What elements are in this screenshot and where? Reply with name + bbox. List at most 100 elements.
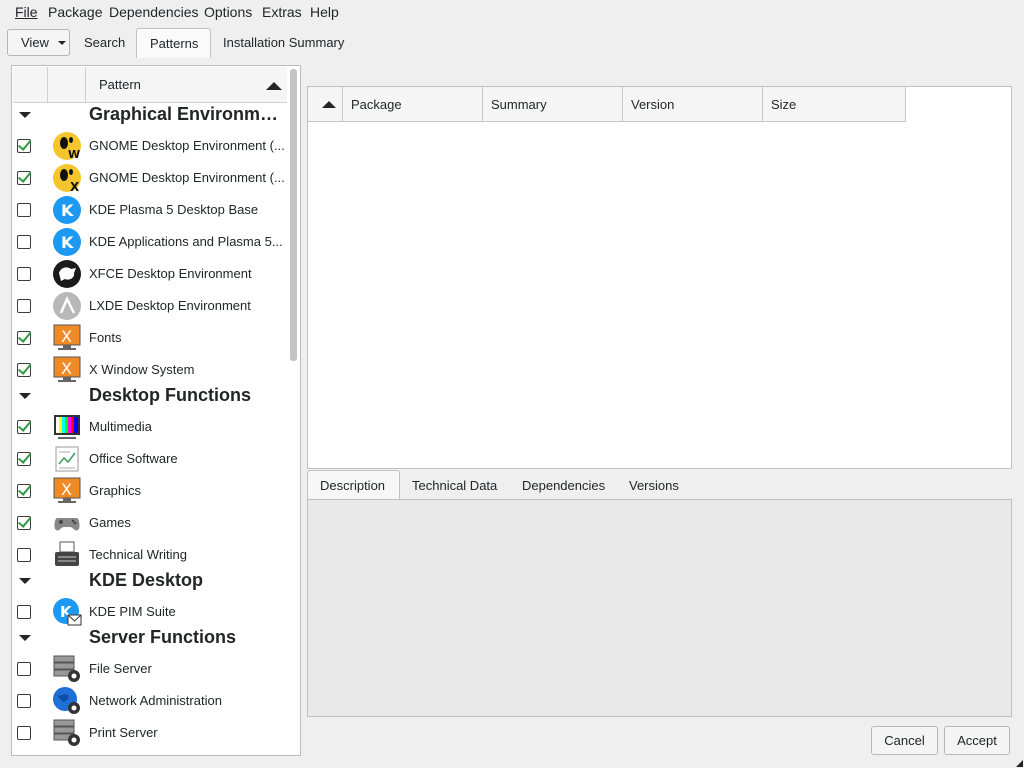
menu-help[interactable]: Help (310, 4, 339, 20)
tab-installation-summary[interactable]: Installation Summary (223, 35, 344, 50)
pattern-label: Print Server (89, 725, 158, 740)
pattern-checkbox[interactable] (17, 363, 31, 377)
menu-dependencies[interactable]: Dependencies (109, 4, 199, 20)
pattern-row[interactable]: Office Software (12, 442, 286, 474)
pattern-checkbox[interactable] (17, 299, 31, 313)
summary-column-header[interactable]: Summary (483, 87, 623, 122)
pattern-row[interactable]: X GNOME Desktop Environment (... (12, 161, 286, 194)
view-dropdown-button[interactable]: View (7, 29, 70, 56)
pattern-label: XFCE Desktop Environment (89, 266, 252, 281)
pattern-label: Office Software (89, 451, 178, 466)
menu-file[interactable]: File (15, 4, 38, 20)
globe-gear-icon (52, 686, 82, 716)
expand-arrow-icon[interactable] (19, 112, 31, 118)
pattern-checkbox[interactable] (17, 516, 31, 530)
pattern-checkbox[interactable] (17, 420, 31, 434)
pattern-checkbox[interactable] (17, 662, 31, 676)
kde-icon: K (52, 227, 82, 257)
patterns-list[interactable]: Pattern Graphical Environme... W GNOME Des… (11, 65, 301, 756)
pattern-row[interactable]: File Server (12, 652, 286, 684)
pattern-checkbox[interactable] (17, 452, 31, 466)
gnome-x11-icon: X (52, 163, 82, 194)
pattern-checkbox[interactable] (17, 267, 31, 281)
pattern-row[interactable]: X X Window System (12, 353, 286, 385)
pattern-label: Multimedia (89, 419, 152, 434)
office-icon (52, 444, 82, 474)
pattern-checkbox[interactable] (17, 726, 31, 740)
package-column-label: Package (351, 97, 402, 112)
pattern-row[interactable]: K KDE PIM Suite (12, 595, 286, 627)
accept-button[interactable]: Accept (944, 726, 1010, 755)
menu-extras[interactable]: Extras (262, 4, 302, 20)
icon-column-header[interactable] (48, 67, 86, 102)
pattern-row[interactable]: W GNOME Desktop Environment (... (12, 129, 286, 161)
svg-text:X: X (61, 480, 72, 499)
pattern-row[interactable]: K KDE Plasma 5 Desktop Base (12, 193, 286, 225)
pattern-checkbox[interactable] (17, 235, 31, 249)
pattern-row[interactable]: Technical Writing (12, 538, 286, 570)
dropdown-arrow-icon (58, 41, 66, 45)
menu-extras-label: Extras (262, 4, 302, 20)
checkbox-column-header[interactable] (13, 67, 48, 102)
expand-arrow-icon[interactable] (19, 393, 31, 399)
accept-button-label: Accept (957, 733, 997, 748)
pattern-label: X Window System (89, 362, 195, 377)
cancel-button-label: Cancel (884, 733, 925, 748)
x-window-icon: X (52, 323, 82, 353)
tab-dependencies[interactable]: Dependencies (522, 478, 605, 493)
size-column-label: Size (771, 97, 797, 112)
tab-technical-data[interactable]: Technical Data (412, 478, 497, 493)
package-column-header[interactable]: Package (343, 87, 483, 122)
tab-patterns[interactable]: Patterns (136, 28, 211, 58)
pattern-column-header[interactable]: Pattern (99, 77, 141, 92)
status-column-header[interactable] (308, 87, 343, 122)
gnome-wayland-icon: W (52, 131, 82, 161)
pattern-group-title: Desktop Functions (89, 385, 252, 405)
pattern-checkbox[interactable] (17, 484, 31, 498)
pattern-checkbox[interactable] (17, 139, 31, 153)
pattern-row[interactable]: Network Administration (12, 684, 286, 716)
pattern-row[interactable]: XFCE Desktop Environment (12, 257, 286, 289)
pattern-checkbox[interactable] (17, 605, 31, 619)
version-column-label: Version (631, 97, 675, 112)
pattern-checkbox[interactable] (17, 171, 31, 185)
package-table[interactable]: Package Summary Version Size (307, 86, 1012, 469)
server-gear-icon (52, 654, 82, 684)
pattern-row[interactable]: Multimedia (12, 410, 286, 442)
view-label: View (21, 35, 49, 50)
pattern-label: Technical Writing (89, 547, 188, 562)
server-gear-icon (52, 718, 82, 748)
expand-arrow-icon[interactable] (19, 578, 31, 584)
patterns-scrollbar[interactable] (290, 69, 297, 361)
menu-options[interactable]: Options (204, 4, 252, 20)
tab-description[interactable]: Description (307, 470, 400, 500)
svg-text:X: X (61, 327, 72, 346)
expand-arrow-icon[interactable] (19, 635, 31, 641)
kde-pim-icon: K (52, 597, 82, 627)
size-column-header[interactable]: Size (763, 87, 905, 122)
cancel-button[interactable]: Cancel (871, 726, 938, 755)
menu-file-label: File (15, 4, 38, 20)
pattern-row[interactable]: K KDE Applications and Plasma 5... (12, 225, 286, 257)
svg-text:K: K (61, 201, 74, 220)
pattern-label: LXDE Desktop Environment (89, 298, 251, 313)
pattern-checkbox[interactable] (17, 548, 31, 562)
pattern-checkbox[interactable] (17, 203, 31, 217)
pattern-row[interactable]: LXDE Desktop Environment (12, 289, 286, 321)
resize-grip-icon[interactable] (1016, 760, 1023, 767)
sort-ascending-icon (322, 101, 336, 108)
pattern-checkbox[interactable] (17, 694, 31, 708)
description-pane (307, 499, 1012, 717)
version-column-header[interactable]: Version (623, 87, 763, 122)
tab-search[interactable]: Search (84, 35, 125, 50)
pattern-label: Network Administration (89, 693, 222, 708)
summary-column-label: Summary (491, 97, 547, 112)
pattern-checkbox[interactable] (17, 331, 31, 345)
pattern-row[interactable]: X Fonts (12, 321, 286, 353)
menu-package[interactable]: Package (48, 4, 102, 20)
pattern-row[interactable]: X Graphics (12, 474, 286, 506)
pattern-row[interactable]: Print Server (12, 716, 286, 748)
pattern-row[interactable]: Games (12, 506, 286, 538)
sort-ascending-icon[interactable] (266, 82, 282, 90)
tab-versions[interactable]: Versions (629, 478, 679, 493)
